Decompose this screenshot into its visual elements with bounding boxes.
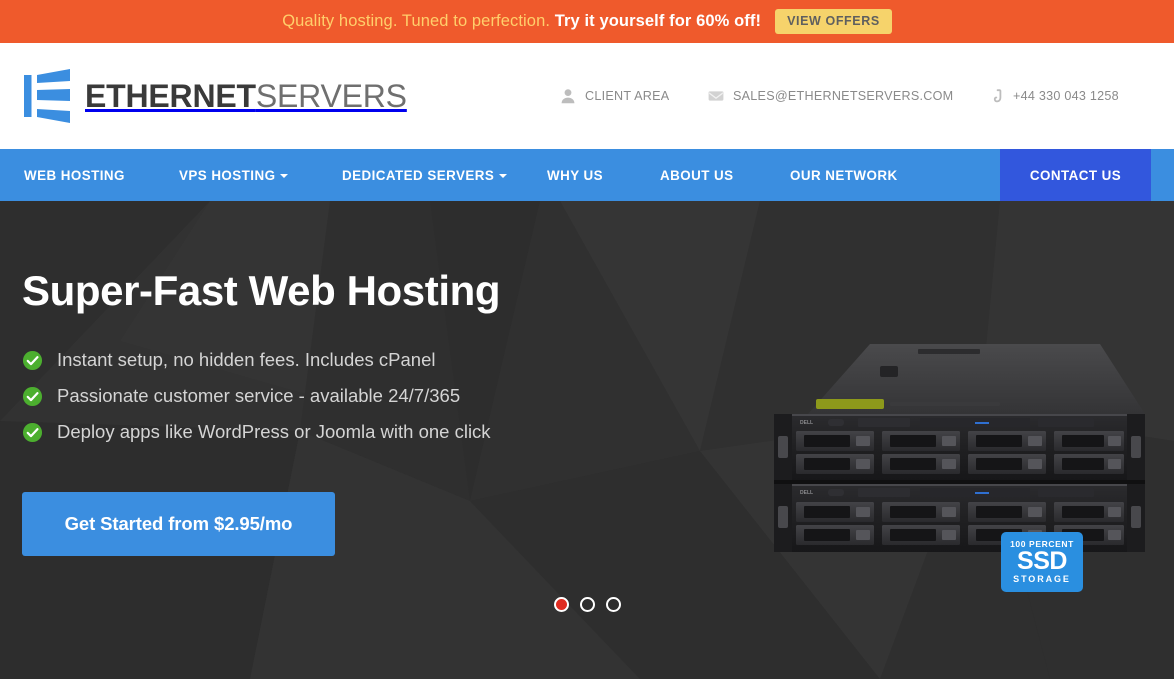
carousel-dot-2[interactable] [579, 597, 595, 612]
email-label: SALES@ETHERNETSERVERS.COM [733, 89, 954, 103]
promo-banner: Quality hosting. Tuned to perfection. Tr… [0, 0, 1174, 43]
check-circle-icon [22, 423, 43, 443]
site-header: ETHERNETSERVERS CLIENT AREA SALES@ETHERN… [0, 43, 1174, 149]
header-contacts: CLIENT AREA SALES@ETHERNETSERVERS.COM +4… [560, 43, 1168, 149]
carousel-indicators [0, 597, 1174, 612]
nav-item-label: WEB HOSTING [24, 167, 125, 183]
chevron-down-icon [499, 174, 508, 178]
logo-wordmark: ETHERNETSERVERS [85, 80, 407, 112]
nav-item-why-us[interactable]: WHY US [547, 149, 660, 201]
promo-message: Quality hosting. Tuned to perfection. Tr… [282, 12, 761, 31]
server-image: DELL DELL [770, 336, 1155, 556]
view-offers-button[interactable]: VIEW OFFERS [775, 8, 892, 35]
nav-item-dedicated-servers[interactable]: DEDICATED SERVERS [342, 149, 547, 201]
svg-text:DELL: DELL [800, 420, 813, 426]
nav-items: WEB HOSTING VPS HOSTING DEDICATED SERVER… [0, 149, 1174, 201]
chevron-down-icon [280, 174, 289, 178]
hero-title: Super-Fast Web Hosting [22, 267, 501, 314]
hero-content: Super-Fast Web Hosting Instant setup, no… [22, 267, 642, 556]
main-navigation: WEB HOSTING VPS HOSTING DEDICATED SERVER… [0, 149, 1174, 201]
hero-feature-item: Passionate customer service - available … [22, 385, 642, 407]
ssd-storage-badge: 100 PERCENT SSD STORAGE [1001, 532, 1083, 592]
nav-item-label: DEDICATED SERVERS [342, 167, 495, 183]
ethernet-e-logo-icon [24, 69, 70, 123]
nav-item-about-us[interactable]: ABOUT US [660, 149, 790, 201]
hero-feature-label: Instant setup, no hidden fees. Includes … [57, 349, 436, 371]
nav-item-our-network[interactable]: OUR NETWORK [790, 149, 940, 201]
phone-icon [993, 89, 1002, 103]
svg-text:DELL: DELL [800, 490, 813, 496]
nav-item-label: WHY US [547, 167, 604, 183]
nav-item-vps-hosting[interactable]: VPS HOSTING [179, 149, 342, 201]
phone-link[interactable]: +44 330 043 1258 [988, 88, 1168, 104]
rack-server-illustration: DELL DELL [774, 344, 1145, 552]
site-logo[interactable]: ETHERNETSERVERS [22, 67, 407, 125]
logo-wordmark-light: SERVERS [255, 78, 407, 114]
hero-feature-item: Instant setup, no hidden fees. Includes … [22, 349, 642, 371]
get-started-button[interactable]: Get Started from $2.95/mo [22, 491, 335, 556]
check-circle-icon [22, 386, 43, 406]
hero-feature-label: Passionate customer service - available … [57, 385, 461, 407]
email-link[interactable]: SALES@ETHERNETSERVERS.COM [708, 88, 988, 104]
carousel-dot-1[interactable] [553, 597, 569, 612]
hero-feature-label: Deploy apps like WordPress or Joomla wit… [57, 421, 491, 443]
nav-item-label: ABOUT US [660, 167, 734, 183]
nav-item-web-hosting[interactable]: WEB HOSTING [24, 149, 179, 201]
promo-message-plain: Quality hosting. Tuned to perfection. [282, 12, 555, 30]
nav-item-label: CONTACT US [1029, 167, 1122, 183]
carousel-dot-3[interactable] [605, 597, 621, 612]
envelope-icon [708, 91, 724, 101]
user-icon [561, 89, 575, 104]
promo-message-bold: Try it yourself for 60% off! [554, 12, 762, 30]
phone-label: +44 330 043 1258 [1013, 89, 1119, 103]
logo-wordmark-bold: ETHERNET [85, 78, 256, 114]
hero-slider: Super-Fast Web Hosting Instant setup, no… [0, 201, 1174, 679]
ssd-badge-line3: STORAGE [1013, 574, 1071, 585]
nav-item-label: VPS HOSTING [179, 167, 276, 183]
client-area-label: CLIENT AREA [585, 89, 670, 103]
ssd-badge-line2: SSD [1017, 547, 1067, 576]
nav-item-label: OUR NETWORK [790, 167, 898, 183]
hero-feature-item: Deploy apps like WordPress or Joomla wit… [22, 421, 642, 443]
nav-item-contact-us[interactable]: CONTACT US [1000, 149, 1151, 201]
hero-feature-list: Instant setup, no hidden fees. Includes … [22, 349, 642, 444]
client-area-link[interactable]: CLIENT AREA [560, 88, 708, 104]
check-circle-icon [22, 350, 43, 370]
